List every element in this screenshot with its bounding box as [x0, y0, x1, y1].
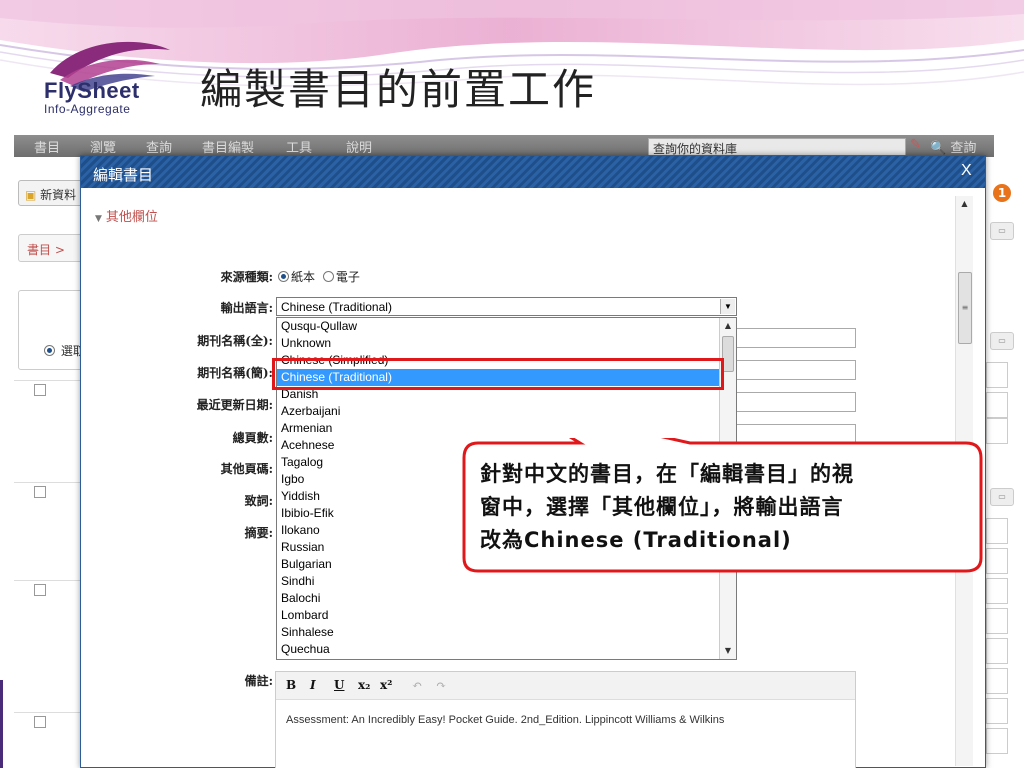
side-box [986, 698, 1008, 724]
label-journal-abbr: 期刊名稱(簡): [197, 366, 273, 380]
row-checkbox[interactable] [34, 716, 46, 728]
label-journal-full: 期刊名稱(全): [197, 334, 273, 348]
callout-line: 針對中文的書目，在「編輯書目」的視 [480, 462, 854, 486]
label-abstract: 摘要: [244, 526, 273, 540]
language-option[interactable]: Quechua [277, 641, 736, 658]
label-notes: 備註: [244, 674, 273, 688]
new-record-button[interactable]: ▣ 新資料 [18, 180, 88, 206]
logo-main-text: FlySheet [44, 78, 140, 103]
label-output-language: 輸出語言: [220, 301, 273, 315]
language-option[interactable]: Sinhalese [277, 624, 736, 641]
journal-full-input[interactable] [736, 328, 856, 348]
menu-item-browse[interactable]: 瀏覽 [90, 137, 116, 156]
side-box [986, 578, 1008, 604]
side-box [986, 638, 1008, 664]
last-updated-input[interactable] [736, 392, 856, 412]
menu-item-tools[interactable]: 工具 [286, 137, 312, 156]
section-label: 其他欄位 [105, 210, 158, 225]
journal-abbr-input[interactable] [736, 360, 856, 380]
superscript-button[interactable]: x² [380, 678, 392, 692]
side-box [986, 728, 1008, 754]
notes-text[interactable]: Assessment: An Incredibly Easy! Pocket G… [286, 714, 724, 726]
label-total-pages: 總頁數: [232, 431, 273, 445]
side-box [986, 518, 1008, 544]
language-option[interactable]: Qusqu-Qullaw [277, 318, 736, 335]
logo-sub-text: Info-Aggregate [44, 102, 131, 116]
bold-button[interactable]: B [286, 678, 296, 692]
label-source-type: 來源種類: [220, 270, 273, 284]
output-language-select[interactable]: Chinese (Traditional) ▼ [276, 297, 737, 316]
label-last-updated: 最近更新日期: [196, 398, 273, 412]
callout-line: 窗中，選擇「其他欄位」，將輸出語言 [480, 495, 844, 519]
scroll-up-icon[interactable]: ▲ [956, 196, 973, 212]
magnifier-icon: 🔍 [930, 141, 947, 156]
language-option[interactable]: Lombard [277, 607, 736, 624]
language-option[interactable]: Azerbaijani [277, 403, 736, 420]
notification-badge[interactable]: 1 [993, 184, 1011, 202]
output-language-value: Chinese (Traditional) [281, 300, 392, 314]
notes-editor[interactable]: B I U x₂ x² ↶ ↷ Assessment: An Incredibl… [275, 671, 856, 768]
slide-title: 編製書目的前置工作 [200, 65, 597, 114]
triangle-down-icon: ▼ [95, 214, 102, 224]
row-checkbox[interactable] [34, 584, 46, 596]
search-input[interactable]: 查詢你的資料庫 [648, 138, 906, 156]
undo-button[interactable]: ↶ [412, 678, 422, 692]
collapse-button[interactable]: ▭ [990, 488, 1014, 506]
logo-text: FlySheet Info-Aggregate [44, 78, 140, 116]
search-button[interactable]: 🔍 查詢 [930, 137, 976, 156]
radio-electronic-label: 電子 [335, 270, 360, 284]
side-box [986, 608, 1008, 634]
slide-header: FlySheet Info-Aggregate 編製書目的前置工作 [0, 0, 1024, 135]
subscript-button[interactable]: x₂ [358, 678, 370, 692]
menu-item-compile[interactable]: 書目編製 [202, 137, 254, 156]
scroll-thumb[interactable]: ≡ [958, 272, 972, 344]
menu-item-help[interactable]: 說明 [346, 137, 372, 156]
close-button[interactable]: X [961, 162, 972, 180]
editor-toolbar: B I U x₂ x² ↶ ↷ [276, 672, 855, 700]
folder-icon: ▣ [25, 188, 37, 202]
dialog-titlebar[interactable]: 編輯書目 X [81, 156, 985, 188]
side-box [986, 548, 1008, 574]
source-type-radios: 紙本 電子 [278, 268, 360, 285]
highlight-rectangle [272, 358, 724, 390]
section-other-fields[interactable]: ▼ 其他欄位 [95, 206, 158, 225]
side-box [986, 668, 1008, 694]
side-box [986, 392, 1008, 418]
scroll-down-icon[interactable]: ▼ [720, 643, 736, 659]
menu-item-search[interactable]: 查詢 [146, 137, 172, 156]
label-acknowledgement: 致詞: [244, 494, 273, 508]
collapse-button[interactable]: ▭ [990, 222, 1014, 240]
menu-item-bibliography[interactable]: 書目 [34, 137, 60, 156]
side-box [986, 362, 1008, 388]
radio-icon [44, 345, 55, 356]
row-checkbox[interactable] [34, 486, 46, 498]
callout-line: 改為Chinese (Traditional) [480, 528, 792, 552]
label-other-pages: 其他頁碼: [220, 462, 273, 476]
underline-button[interactable]: U [334, 678, 344, 692]
italic-button[interactable]: I [310, 678, 316, 692]
radio-paper-label: 紙本 [291, 270, 316, 284]
pencil-icon[interactable]: ✎ [910, 137, 921, 152]
row-checkbox[interactable] [34, 384, 46, 396]
side-box [986, 418, 1008, 444]
dialog-title: 編輯書目 [93, 166, 154, 184]
search-button-label: 查詢 [950, 141, 977, 156]
new-record-label: 新資料 [40, 188, 77, 202]
radio-paper[interactable] [278, 271, 289, 282]
chevron-down-icon[interactable]: ▼ [720, 299, 735, 314]
select-radio[interactable]: 選取 [44, 342, 85, 359]
scroll-up-icon[interactable]: ▲ [720, 318, 736, 334]
language-option[interactable]: Balochi [277, 590, 736, 607]
left-accent-strip [0, 680, 3, 768]
language-option[interactable]: Unknown [277, 335, 736, 352]
language-option[interactable]: Armenian [277, 420, 736, 437]
breadcrumb[interactable]: 書目 > [18, 234, 88, 262]
callout-text: 針對中文的書目，在「編輯書目」的視 窗中，選擇「其他欄位」，將輸出語言 改為Ch… [480, 458, 970, 557]
redo-button[interactable]: ↷ [436, 678, 446, 692]
collapse-button[interactable]: ▭ [990, 332, 1014, 350]
radio-electronic[interactable] [322, 271, 334, 282]
